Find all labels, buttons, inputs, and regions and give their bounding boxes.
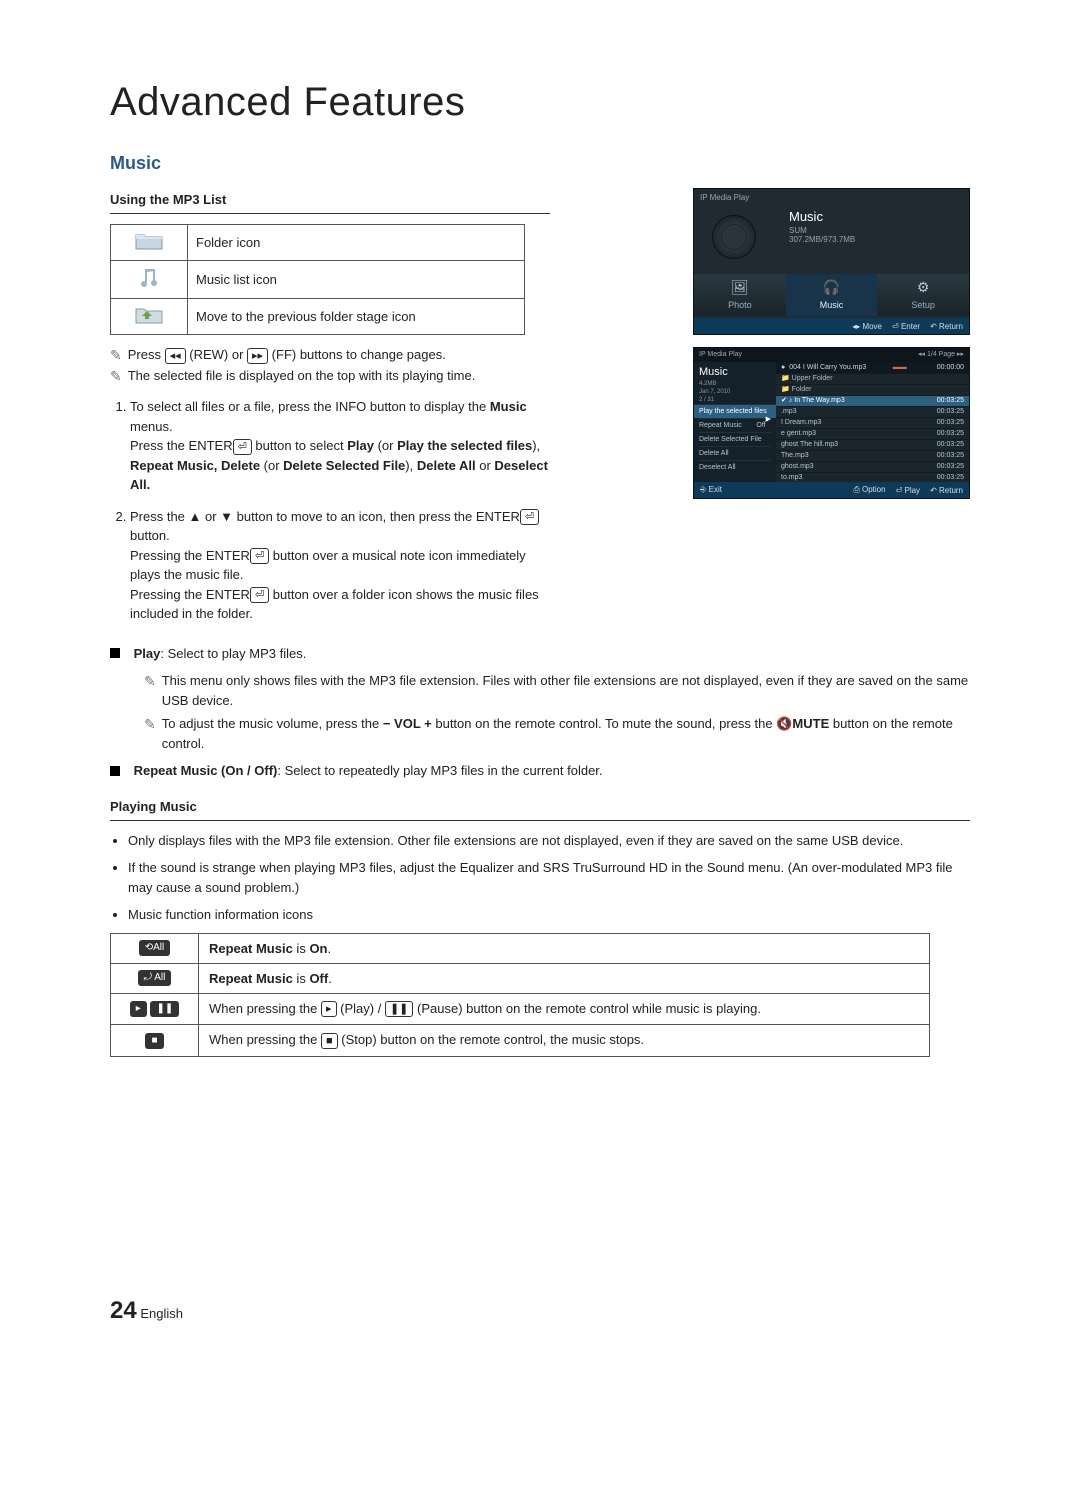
step-2: Press the ▲ or ▼ button to move to an ic… bbox=[130, 507, 550, 624]
gear-icon: ⚙ bbox=[877, 279, 969, 296]
now-playing-row: ●004 I Will Carry You.mp3 ▬▬00:00:00 bbox=[776, 362, 969, 373]
subheading-playing-music: Playing Music bbox=[110, 799, 970, 814]
tab-setup[interactable]: ⚙Setup bbox=[877, 274, 969, 316]
tv1-title: Music bbox=[789, 209, 855, 224]
breadcrumb: IP Media Play bbox=[700, 193, 749, 202]
table-row: ■ When pressing the ■ (Stop) button on t… bbox=[111, 1025, 930, 1057]
option-deselect-all[interactable]: Deselect All bbox=[699, 460, 771, 474]
hint-play: ⏎ Play bbox=[896, 486, 921, 495]
disc-icon bbox=[712, 215, 756, 259]
list-item[interactable]: I Dream.mp300:03:25 bbox=[776, 417, 969, 428]
previous-folder-icon bbox=[135, 305, 163, 325]
tv1-sub1: SUM bbox=[789, 226, 855, 235]
hint-return: ↶ Return bbox=[930, 486, 963, 495]
table-row: ▸ ❚❚ When pressing the ▸ (Play) / ❚❚ (Pa… bbox=[111, 993, 930, 1025]
play-item: Play: Select to play MP3 files. bbox=[110, 644, 970, 664]
enter-key-icon: ⏎ bbox=[233, 439, 252, 455]
list-item[interactable]: ghost The hill.mp300:03:25 bbox=[776, 439, 969, 450]
icon-table: Folder icon Music list icon Move to the … bbox=[110, 224, 525, 335]
hint-option: ⎙ Option bbox=[853, 485, 885, 495]
option-play-selected[interactable]: Play the selected files ▶ bbox=[694, 404, 776, 418]
note-icon: ✎ bbox=[144, 714, 156, 753]
headphones-icon: 🎧 bbox=[786, 279, 878, 296]
page-language: English bbox=[140, 1306, 183, 1321]
note-icon: ✎ bbox=[110, 368, 122, 385]
table-row: Music list icon bbox=[111, 261, 525, 299]
repeat-music-item: Repeat Music (On / Off): Select to repea… bbox=[110, 761, 970, 781]
tv-screenshot-music-list: IP Media Play ◂◂ 1/4 Page ▸▸ Music 4.2MB… bbox=[693, 347, 970, 499]
tab-photo[interactable]: 🖼Photo bbox=[694, 274, 786, 316]
list-item: If the sound is strange when playing MP3… bbox=[128, 858, 970, 897]
square-bullet-icon bbox=[110, 766, 120, 776]
folder-icon bbox=[135, 231, 163, 251]
option-delete-all[interactable]: Delete All bbox=[699, 446, 771, 460]
repeat-on-icon: ⟲All bbox=[139, 940, 171, 956]
tv-screenshot-media-play: IP Media Play Music SUM 307.2MB/973.7MB … bbox=[693, 188, 970, 335]
play-icon: ▸ bbox=[130, 1001, 147, 1017]
enter-key-icon: ⏎ bbox=[250, 587, 269, 603]
status-icon-table: ⟲All Repeat Music is On. ⤾ All Repeat Mu… bbox=[110, 933, 930, 1057]
note-text: This menu only shows files with the MP3 … bbox=[162, 671, 970, 710]
list-item[interactable]: 📁 Upper Folder bbox=[776, 373, 969, 384]
note-icon: ✎ bbox=[110, 347, 122, 364]
pager: ◂◂ 1/4 Page ▸▸ bbox=[918, 348, 964, 362]
step-1: To select all files or a file, press the… bbox=[130, 397, 550, 495]
breadcrumb: IP Media Play bbox=[699, 348, 742, 362]
table-row: Move to the previous folder stage icon bbox=[111, 299, 525, 335]
icon-label: Move to the previous folder stage icon bbox=[188, 299, 525, 335]
page-footer: 24 English bbox=[110, 1297, 970, 1325]
play-key-icon: ▸ bbox=[321, 1001, 337, 1017]
tab-music[interactable]: 🎧Music bbox=[786, 274, 878, 316]
list-item[interactable]: ✔ ♪ In The Way.mp300:03:25 bbox=[776, 395, 969, 406]
music-list-icon bbox=[139, 267, 159, 289]
side-meta: 4.2MB Jan 7, 2010 2 / 31 bbox=[699, 381, 771, 404]
option-delete-selected[interactable]: Delete Selected File bbox=[699, 432, 771, 446]
stop-key-icon: ■ bbox=[321, 1033, 338, 1049]
ff-key-icon: ▸▸ bbox=[247, 348, 268, 364]
list-item: Only displays files with the MP3 file ex… bbox=[128, 831, 970, 851]
subheading-using-mp3-list: Using the MP3 List bbox=[110, 192, 550, 207]
list-item[interactable]: ghost.mp300:03:25 bbox=[776, 461, 969, 472]
list-item: Music function information icons bbox=[128, 905, 970, 925]
enter-key-icon: ⏎ bbox=[520, 509, 539, 525]
hint-enter: ⏎ Enter bbox=[892, 322, 920, 331]
note-text: The selected file is displayed on the to… bbox=[128, 368, 476, 383]
hint-return: ↶ Return bbox=[930, 322, 963, 331]
note-text: To adjust the music volume, press the − … bbox=[162, 714, 970, 753]
square-bullet-icon bbox=[110, 648, 120, 658]
hint-exit: ⎆ Exit bbox=[700, 485, 853, 495]
rew-key-icon: ◂◂ bbox=[165, 348, 186, 364]
list-item[interactable]: The.mp300:03:25 bbox=[776, 450, 969, 461]
side-title: Music bbox=[699, 366, 771, 378]
icon-label: Folder icon bbox=[188, 225, 525, 261]
pause-icon: ❚❚ bbox=[150, 1001, 179, 1017]
repeat-off-icon: ⤾ All bbox=[138, 970, 172, 986]
note-text: Press ◂◂ (REW) or ▸▸ (FF) buttons to cha… bbox=[128, 347, 446, 364]
table-row: Folder icon bbox=[111, 225, 525, 261]
mute-icon: 🔇 bbox=[776, 716, 792, 731]
table-row: ⟲All Repeat Music is On. bbox=[111, 933, 930, 963]
photo-icon: 🖼 bbox=[694, 279, 786, 296]
playing-music-list: Only displays files with the MP3 file ex… bbox=[110, 831, 970, 925]
tv1-sub2: 307.2MB/973.7MB bbox=[789, 235, 855, 244]
list-item[interactable]: e gent.mp300:03:25 bbox=[776, 428, 969, 439]
icon-label: Music list icon bbox=[188, 261, 525, 299]
table-row: ⤾ All Repeat Music is Off. bbox=[111, 963, 930, 993]
list-item[interactable]: 📁 Folder bbox=[776, 384, 969, 395]
page-number: 24 bbox=[110, 1297, 137, 1324]
hint-move: ◂▸ Move bbox=[852, 322, 882, 331]
option-repeat-music[interactable]: Repeat Music Off bbox=[699, 418, 771, 432]
stop-icon: ■ bbox=[145, 1033, 163, 1049]
pause-key-icon: ❚❚ bbox=[385, 1001, 413, 1017]
note-icon: ✎ bbox=[144, 671, 156, 710]
page-title: Advanced Features bbox=[110, 80, 970, 125]
enter-key-icon: ⏎ bbox=[250, 548, 269, 564]
section-heading: Music bbox=[110, 153, 970, 174]
list-item[interactable]: .mp300:03:25 bbox=[776, 406, 969, 417]
